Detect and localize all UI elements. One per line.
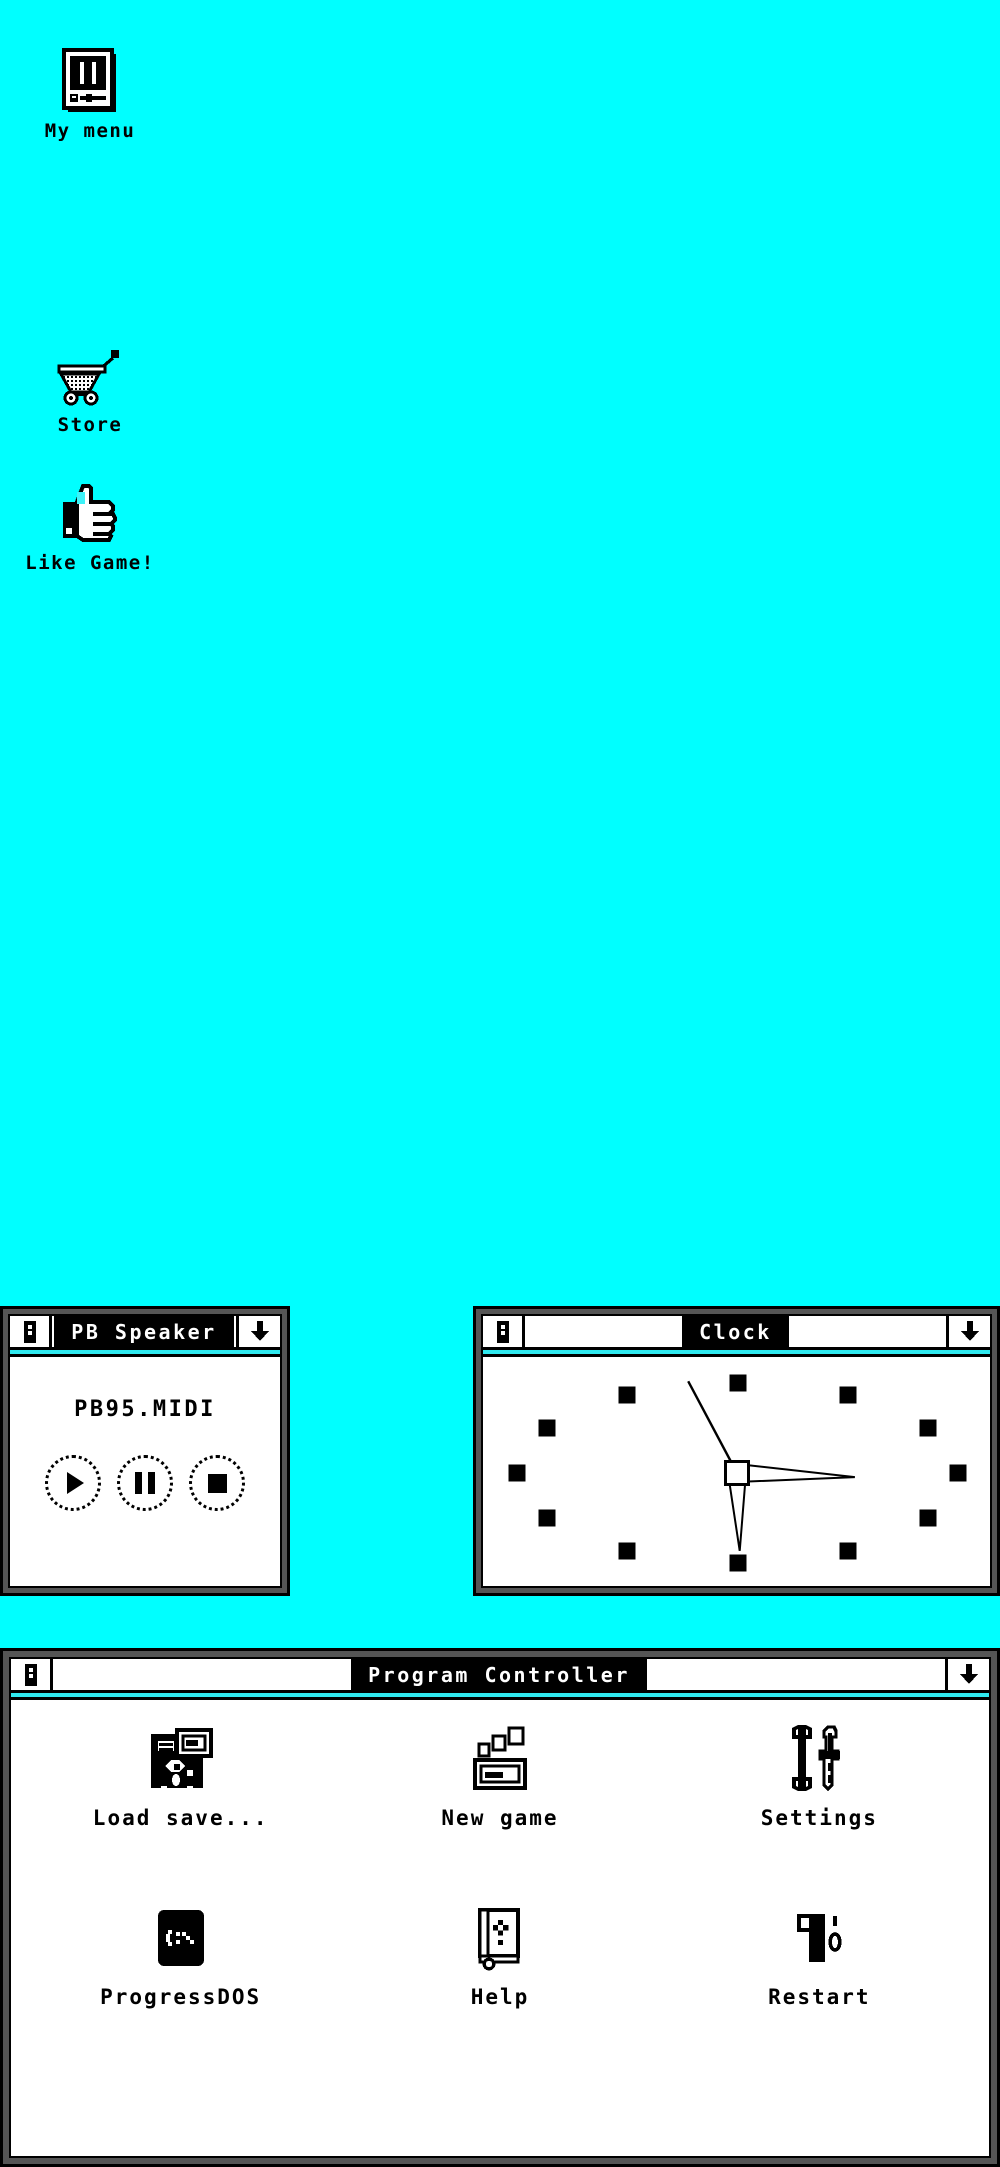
clock-tick — [618, 1542, 636, 1560]
clock-tick — [729, 1554, 746, 1572]
system-menu-icon[interactable] — [10, 1316, 52, 1347]
clock-tick — [538, 1509, 556, 1527]
clock-tick — [949, 1464, 967, 1482]
pause-button[interactable] — [117, 1455, 173, 1511]
window-title: Program Controller — [354, 1659, 644, 1690]
window-title: Clock — [685, 1316, 786, 1347]
desktop-icon-label: Store — [57, 414, 123, 436]
window-program-controller-inner: Program Controller Load save... New game… — [9, 1657, 991, 2158]
window-title: PB Speaker — [57, 1316, 231, 1347]
window-pb-speaker[interactable]: PB Speaker PB95.MIDI — [0, 1306, 290, 1596]
titlebar-accent-bar — [11, 1693, 989, 1700]
program-item-label: Settings — [760, 1806, 878, 1830]
pause-icon — [135, 1472, 155, 1494]
pb-speaker-body: PB95.MIDI — [10, 1397, 280, 1511]
clock-hub — [723, 1460, 750, 1486]
titlebar-program-controller[interactable]: Program Controller — [11, 1659, 989, 1693]
program-item-load-save[interactable]: Load save... — [21, 1722, 340, 1901]
titlebar-pb-speaker[interactable]: PB Speaker — [10, 1316, 280, 1350]
program-item-settings[interactable]: Settings — [660, 1722, 979, 1901]
system-menu-icon[interactable] — [11, 1659, 53, 1690]
program-item-progressdos[interactable]: ProgressDOS — [21, 1901, 340, 2080]
dos-prompt-icon — [152, 1901, 210, 1975]
playback-controls — [10, 1455, 280, 1511]
window-pb-speaker-inner: PB Speaker PB95.MIDI — [8, 1314, 282, 1588]
program-item-new-game[interactable]: New game — [340, 1722, 659, 1901]
titlebar-accent-bar — [483, 1350, 990, 1357]
stop-icon — [207, 1473, 227, 1493]
clock-tick — [839, 1542, 857, 1560]
program-item-label: ProgressDOS — [100, 1985, 262, 2009]
desktop-icon-like-game[interactable]: Like Game! — [0, 468, 190, 574]
clock-tick — [729, 1374, 746, 1392]
clock-minute-hand — [736, 1464, 855, 1484]
system-menu-icon[interactable] — [483, 1316, 525, 1347]
clock-body — [483, 1357, 990, 1586]
titlebar-spacer-left — [525, 1316, 686, 1347]
program-item-label: Load save... — [92, 1806, 269, 1830]
minimize-arrow-icon[interactable] — [236, 1316, 280, 1347]
program-item-label: New game — [441, 1806, 559, 1830]
window-clock[interactable]: Clock — [473, 1306, 1000, 1596]
clock-face — [483, 1357, 990, 1586]
titlebar-spacer-left — [53, 1659, 355, 1690]
play-button[interactable] — [45, 1455, 101, 1511]
titlebar-clock[interactable]: Clock — [483, 1316, 990, 1350]
wrench-screwdriver-icon — [786, 1722, 852, 1796]
clock-tick — [538, 1419, 556, 1437]
program-item-help[interactable]: Help — [340, 1901, 659, 2080]
desktop-icon-my-menu[interactable]: My menu — [0, 36, 190, 142]
program-icon-grid: Load save... New game Settings ProgressD… — [11, 1700, 989, 2080]
track-name: PB95.MIDI — [74, 1397, 216, 1422]
program-controller-body: Load save... New game Settings ProgressD… — [11, 1700, 989, 2080]
titlebar-spacer-right — [643, 1659, 945, 1690]
program-item-label: Restart — [768, 1985, 871, 2009]
help-book-icon — [472, 1901, 528, 1975]
titlebar-accent-bar — [10, 1350, 280, 1357]
clock-tick — [919, 1509, 937, 1527]
minimize-arrow-icon[interactable] — [946, 1316, 990, 1347]
titlebar-spacer-right — [785, 1316, 946, 1347]
shopping-cart-icon — [0, 330, 190, 406]
monitor-new-icon — [469, 1722, 531, 1796]
window-program-controller[interactable]: Program Controller Load save... New game… — [0, 1648, 1000, 2167]
minimize-arrow-icon[interactable] — [945, 1659, 989, 1690]
clock-tick — [839, 1386, 857, 1404]
program-item-label: Help — [470, 1985, 530, 2009]
floppy-disk-icon — [145, 1722, 217, 1796]
handheld-console-icon — [0, 36, 190, 112]
program-item-restart[interactable]: Restart — [660, 1901, 979, 2080]
desktop-icon-store[interactable]: Store — [0, 330, 190, 436]
clock-tick — [618, 1386, 636, 1404]
stop-button[interactable] — [189, 1455, 245, 1511]
window-clock-inner: Clock — [481, 1314, 992, 1588]
power-switch-icon — [793, 1901, 845, 1975]
thumbs-up-icon — [0, 468, 190, 544]
clock-tick — [919, 1419, 937, 1437]
desktop-icon-label: Like Game! — [25, 552, 155, 574]
clock-tick — [508, 1464, 526, 1482]
desktop-icon-label: My menu — [44, 120, 136, 142]
play-icon — [67, 1472, 84, 1494]
